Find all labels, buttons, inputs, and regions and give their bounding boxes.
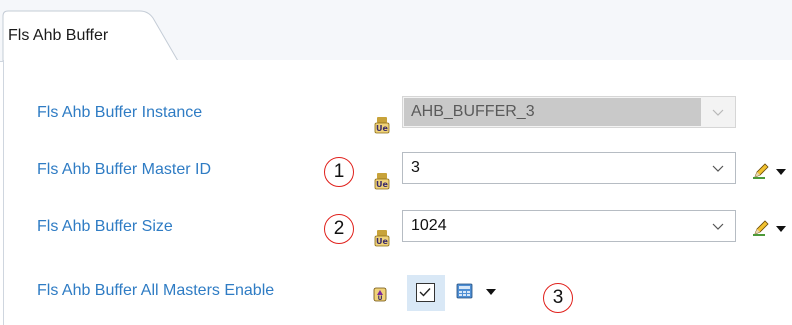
calculator-icon[interactable] [456,282,474,300]
variable-icon: Ue [374,172,390,190]
chevron-down-icon [712,109,724,116]
variable-icon: Ue [374,116,390,134]
size-label: Fls Ahb Buffer Size [37,218,173,235]
pencil-icon[interactable] [752,219,770,237]
variable-icon: Ue [374,229,390,247]
chevron-down-icon [712,223,724,230]
pencil-icon[interactable] [752,162,770,180]
variable-icon: U [372,285,388,303]
chevron-down-icon [712,165,724,172]
size-select[interactable]: 1024 [402,210,736,242]
master-id-label: Fls Ahb Buffer Master ID [37,161,211,178]
callout-3: 3 [543,283,573,313]
tab-label: Fls Ahb Buffer [8,27,109,44]
options-dropdown-arrow[interactable] [486,289,496,295]
svg-text:Ue: Ue [376,124,388,133]
master-id-select[interactable]: 3 [402,152,736,184]
tab-fls-ahb-buffer[interactable]: Fls Ahb Buffer [0,10,178,61]
edit-dropdown-arrow[interactable] [776,226,786,232]
all-masters-checkbox-wrap[interactable] [407,275,445,311]
callout-1: 1 [324,157,354,187]
master-id-value: 3 [411,159,420,176]
tab-strip: Fls Ahb Buffer [0,0,792,62]
all-masters-label: Fls Ahb Buffer All Masters Enable [37,282,275,299]
instance-label: Fls Ahb Buffer Instance [37,104,203,121]
svg-text:U: U [378,295,383,302]
svg-text:Ue: Ue [376,180,388,189]
checkmark-icon [419,288,431,297]
edit-dropdown-arrow[interactable] [776,169,786,175]
callout-2: 2 [324,214,354,244]
size-value: 1024 [411,217,447,234]
instance-select[interactable]: AHB_BUFFER_3 [402,96,736,128]
all-masters-checkbox[interactable] [416,283,435,302]
instance-value: AHB_BUFFER_3 [411,103,535,120]
svg-text:Ue: Ue [376,237,388,246]
